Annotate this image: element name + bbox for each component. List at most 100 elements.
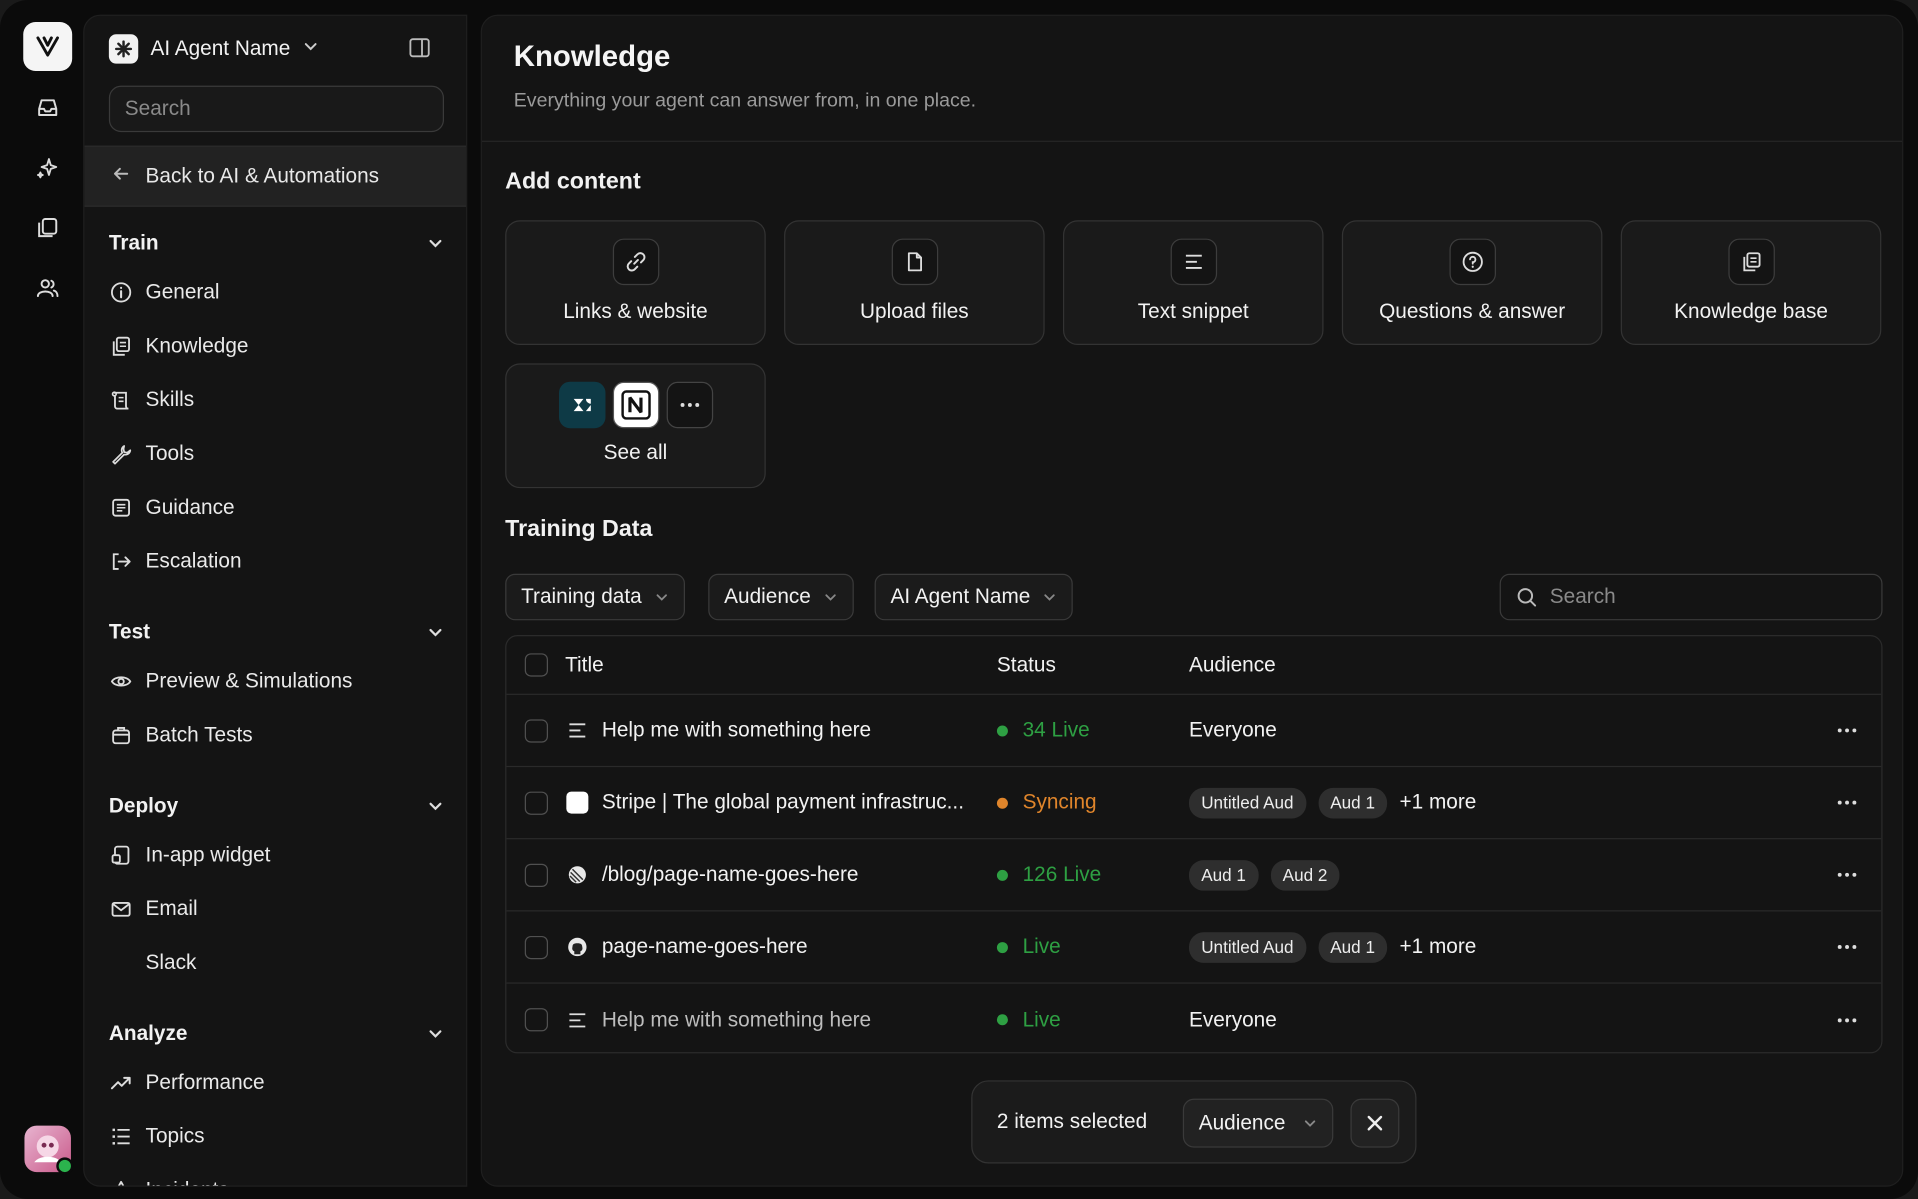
nav-item-batch-tests[interactable]: Batch Tests <box>109 721 253 750</box>
row-title: Stripe | The global payment infrastruc..… <box>601 790 965 814</box>
file-icon <box>891 238 938 286</box>
table-row[interactable]: Stripe | The global payment infrastruc..… <box>506 767 1882 840</box>
exit-arrow-icon <box>109 549 133 573</box>
nav-item-tools[interactable]: Tools <box>109 439 194 468</box>
nav-item-incidents[interactable]: Incidents <box>109 1176 229 1186</box>
text-snippet-card[interactable]: Text snippet <box>1062 220 1324 346</box>
row-checkbox[interactable] <box>524 718 548 743</box>
clear-selection-button[interactable] <box>1350 1098 1400 1148</box>
row-more-icon[interactable] <box>1835 863 1859 887</box>
search-icon <box>1517 588 1537 607</box>
nav-item-in-app-widget[interactable]: In-app widget <box>109 841 270 870</box>
select-all-checkbox[interactable] <box>524 653 548 677</box>
table-header-row: Title Status Audience <box>506 636 1882 695</box>
nav-item-topics[interactable]: Topics <box>109 1122 205 1151</box>
row-checkbox[interactable] <box>524 863 548 887</box>
document-lines-icon <box>109 496 133 520</box>
table-row[interactable]: Help me with something here Live Everyone <box>506 984 1881 1053</box>
header-divider <box>481 140 1903 142</box>
nav-item-general[interactable]: General <box>109 278 220 307</box>
nav-label: Batch Tests <box>145 723 253 747</box>
row-more-icon[interactable] <box>1835 935 1859 959</box>
row-more-icon[interactable] <box>1835 718 1859 742</box>
nav-item-preview[interactable]: Preview & Simulations <box>109 667 353 696</box>
sidebar-search-input[interactable] <box>108 85 445 133</box>
nav-label: Slack <box>145 950 197 974</box>
nav-label: Escalation <box>145 549 242 573</box>
nav-item-slack[interactable]: Slack <box>109 948 197 977</box>
card-label: Text snippet <box>1137 299 1249 323</box>
more-dots-icon <box>666 381 713 429</box>
nav-item-email[interactable]: Email <box>109 894 198 923</box>
notion-icon <box>612 381 659 429</box>
section-test-title: Test <box>108 620 151 644</box>
linear-favicon-icon <box>565 863 589 887</box>
row-more-icon[interactable] <box>1835 790 1859 814</box>
training-search[interactable] <box>1499 573 1883 621</box>
row-checkbox[interactable] <box>524 1008 548 1032</box>
row-title: Help me with something here <box>601 1007 872 1031</box>
briefcase-icon <box>109 723 133 747</box>
questions-answer-card[interactable]: Questions & answer <box>1341 220 1603 346</box>
row-checkbox[interactable] <box>524 790 548 815</box>
table-row[interactable]: page-name-goes-here Live Untitled Aud Aud 1… <box>506 911 1882 984</box>
text-lines-icon <box>565 718 589 742</box>
nav-label: Preview & Simulations <box>145 669 353 693</box>
agent-logo-icon <box>108 34 139 64</box>
table-row[interactable]: /blog/page-name-goes-here 126 Live Aud 1 Au… <box>506 839 1882 912</box>
training-data-table: Title Status Audience Help me with somet… <box>505 634 1883 1054</box>
filter-agent[interactable]: AI Agent Name <box>874 573 1074 621</box>
row-more-icon[interactable] <box>1835 1008 1859 1032</box>
table-row[interactable]: Help me with something here 34 Live Everyo… <box>506 695 1882 768</box>
status-dot <box>996 1014 1008 1026</box>
row-checkbox[interactable] <box>524 935 548 959</box>
chevron-down-icon <box>429 239 442 248</box>
nav-item-skills[interactable]: Skills <box>109 385 194 414</box>
section-analyze[interactable]: Analyze <box>109 1019 444 1048</box>
section-train-title: Train <box>108 231 159 255</box>
audience-chip: Aud 1 <box>1318 931 1388 963</box>
upload-files-card[interactable]: Upload files <box>784 220 1045 346</box>
knowledge-base-card[interactable]: Knowledge base <box>1620 220 1882 346</box>
back-label: Back to AI & Automations <box>145 163 380 188</box>
icon-rail <box>10 10 83 1189</box>
slack-icon <box>109 951 133 975</box>
sparkles-icon[interactable] <box>33 153 62 182</box>
back-to-automations-link[interactable]: Back to AI & Automations <box>84 145 467 207</box>
app-logo[interactable] <box>23 22 73 71</box>
audience-chip: Aud 2 <box>1270 859 1340 891</box>
inbox-icon[interactable] <box>33 93 62 122</box>
pages-icon[interactable] <box>33 213 62 242</box>
online-status-dot <box>56 1157 74 1175</box>
add-content-title: Add content <box>505 168 641 195</box>
warning-icon <box>109 1178 133 1186</box>
section-deploy[interactable]: Deploy <box>109 792 444 821</box>
nav-item-knowledge[interactable]: Knowledge <box>109 332 249 361</box>
page-title: Knowledge <box>513 40 671 74</box>
section-test[interactable]: Test <box>109 618 444 647</box>
zendesk-icon <box>558 381 605 429</box>
status-text: Live <box>1022 1007 1061 1031</box>
sidebar-toggle-icon[interactable] <box>407 35 431 59</box>
add-links-website-card[interactable]: Links & website <box>505 220 766 346</box>
column-title: Title <box>565 652 604 676</box>
integrations-see-all-card[interactable]: See all <box>505 363 766 489</box>
selection-audience-button[interactable]: Audience <box>1182 1098 1334 1148</box>
section-train[interactable]: Train <box>109 229 444 258</box>
users-icon[interactable] <box>33 273 62 302</box>
nav-item-performance[interactable]: Performance <box>109 1068 265 1097</box>
nav-item-guidance[interactable]: Guidance <box>109 493 235 522</box>
chevron-down-icon <box>825 594 836 601</box>
filter-label: Audience <box>724 584 811 609</box>
nav-label: Topics <box>145 1124 205 1148</box>
training-search-input[interactable] <box>1549 584 1868 610</box>
agent-switcher[interactable]: AI Agent Name <box>108 33 320 65</box>
copy-stack-icon <box>109 334 133 358</box>
nav-item-escalation[interactable]: Escalation <box>109 547 242 576</box>
filter-training-data[interactable]: Training data <box>505 573 685 621</box>
eye-icon <box>109 669 133 693</box>
user-avatar[interactable] <box>24 1125 74 1175</box>
status-text: 34 Live <box>1022 718 1090 742</box>
widget-icon <box>109 843 133 867</box>
filter-audience[interactable]: Audience <box>708 573 854 621</box>
